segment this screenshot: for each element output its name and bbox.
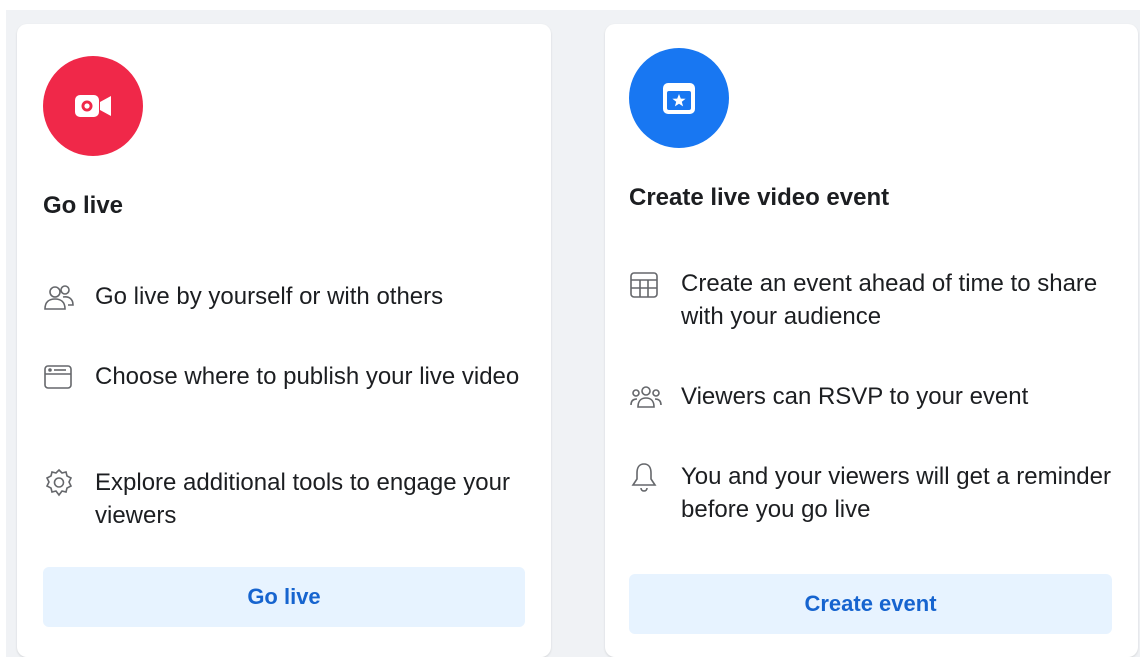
feature-item: Create an event ahead of time to share w… [629,267,1119,333]
card-title: Go live [43,192,124,219]
card-title: Create live video event [629,184,890,211]
feature-item: Go live by yourself or with others [43,280,533,313]
gear-icon [43,466,77,499]
people-icon [43,280,77,313]
feature-text: You and your viewers will get a reminder… [681,463,1111,523]
feature-item: Explore additional tools to engage your … [43,466,533,532]
feature-item: Viewers can RSVP to your event [629,380,1119,413]
calendar-grid-icon [629,267,663,300]
feature-text: Go live by yourself or with others [95,283,444,310]
live-event-card: Create live video event Create an event … [605,24,1138,657]
create-event-button[interactable]: Create event [629,574,1112,634]
feature-item: Choose where to publish your live video [43,360,533,393]
feature-item: You and your viewers will get a reminder… [629,460,1119,526]
go-live-button[interactable]: Go live [43,567,525,627]
feature-text: Viewers can RSVP to your event [681,383,1029,410]
calendar-star-icon [629,48,729,148]
video-camera-icon [43,56,143,156]
feature-text: Create an event ahead of time to share w… [681,270,1098,330]
feature-text: Explore additional tools to engage your … [95,469,510,529]
browser-window-icon [43,360,77,393]
bell-icon [629,460,663,493]
feature-text: Choose where to publish your live video [95,363,520,390]
go-live-card: Go live Go live by yourself or with othe… [17,24,551,657]
group-icon [629,380,663,413]
